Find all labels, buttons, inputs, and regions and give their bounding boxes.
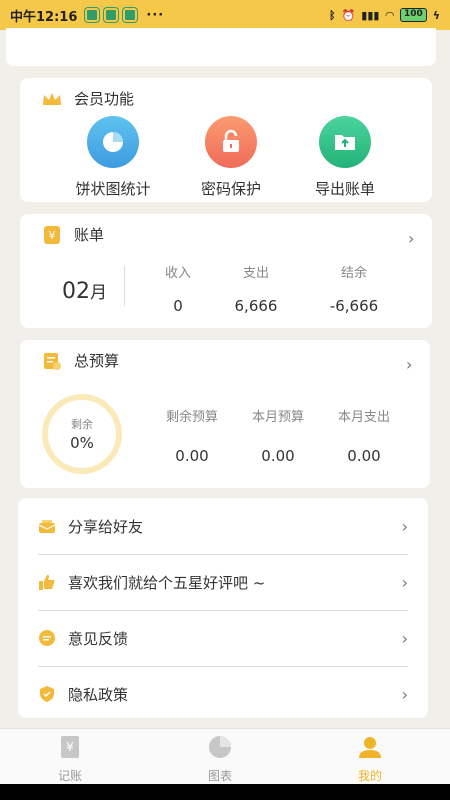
signal-icon: ▮▮▮: [361, 8, 380, 22]
alarm-icon: ⏰: [341, 8, 356, 22]
member-features-card: 会员功能 饼状图统计 密码保护 导出账单: [20, 78, 432, 202]
pie-chart-stats-button[interactable]: 饼状图统计: [58, 116, 168, 199]
month-budget-stat: 本月预算 0.00: [251, 410, 304, 465]
feedback-item[interactable]: 意见反馈 ›: [38, 610, 408, 666]
chevron-right-icon: ›: [401, 516, 408, 536]
battery-indicator: 100: [399, 8, 427, 22]
tab-mine[interactable]: 我的: [330, 735, 410, 784]
menu-list-card: 分享给好友 › 喜欢我们就给个五星好评吧 ~ › 意见反馈 › 隐私政策 ›: [18, 498, 428, 718]
balance-stat: 结余 -6,666: [329, 266, 379, 315]
share-to-friends-item[interactable]: 分享给好友 ›: [38, 498, 408, 554]
ledger-icon: ¥: [61, 736, 79, 758]
user-icon: [359, 737, 381, 758]
wallet-icon: ¥: [44, 225, 60, 244]
bill-title: 账单: [74, 226, 105, 244]
divider: [124, 266, 125, 306]
feature-label: 导出账单: [314, 180, 375, 198]
app-notification-icon: [104, 8, 119, 22]
bill-month[interactable]: 02月: [62, 278, 107, 304]
pie-chart-icon: [103, 132, 123, 152]
share-icon: [38, 520, 56, 533]
crown-icon: [43, 92, 61, 105]
pie-chart-icon: [209, 736, 231, 758]
rate-five-stars-item[interactable]: 喜欢我们就给个五星好评吧 ~ ›: [38, 554, 408, 610]
svg-text:¥: ¥: [49, 229, 56, 242]
privacy-policy-item[interactable]: 隐私政策 ›: [38, 666, 408, 722]
tab-charts[interactable]: 图表: [180, 735, 260, 784]
chevron-right-icon: ›: [401, 572, 408, 592]
status-bar: 中午12:16 ··· ᛒ ⏰ ▮▮▮ ◠ 100 ϟ: [0, 0, 450, 30]
app-notification-icon: [85, 8, 100, 22]
status-time: 中午12:16: [10, 9, 78, 25]
budget-ring: 剩余 0%: [42, 394, 122, 474]
feedback-icon: [39, 630, 55, 646]
thumbs-up-icon: [39, 574, 55, 590]
top-card: [6, 28, 436, 66]
charging-icon: ϟ: [432, 8, 440, 22]
chevron-right-icon: ›: [401, 628, 408, 648]
budget-title: 总预算: [74, 352, 120, 370]
feature-label: 密码保护: [200, 180, 261, 198]
bottom-tab-bar: ¥ 记账 图表 我的: [0, 728, 450, 784]
password-protect-button[interactable]: 密码保护: [176, 116, 286, 199]
system-nav-bar: [0, 784, 450, 800]
app-notification-icon: [123, 8, 138, 22]
tab-bookkeeping[interactable]: ¥ 记账: [30, 735, 110, 784]
budget-card[interactable]: 总预算 › 剩余 0% 剩余预算 0.00 本月预算 0.00 本月支出 0.0…: [20, 340, 430, 488]
wifi-icon: ◠: [385, 8, 394, 22]
shield-icon: [40, 686, 54, 702]
expense-stat: 支出 6,666: [234, 266, 278, 315]
export-bill-button[interactable]: 导出账单: [290, 116, 400, 199]
bluetooth-icon: ᛒ: [328, 8, 336, 22]
folder-export-icon: [335, 135, 355, 150]
more-notifications: ···: [146, 7, 165, 23]
feature-label: 饼状图统计: [75, 180, 151, 198]
bill-card[interactable]: ¥ 账单 › 02月 收入 0 支出 6,666 结余 -6,666: [20, 214, 432, 328]
chevron-right-icon: ›: [401, 684, 408, 704]
unlock-icon: [223, 129, 239, 152]
chevron-right-icon: ›: [408, 229, 415, 248]
month-expense-stat: 本月支出 0.00: [337, 410, 390, 465]
income-stat: 收入 0: [164, 266, 191, 315]
remaining-budget-stat: 剩余预算 0.00: [165, 410, 218, 465]
member-title: 会员功能: [74, 90, 135, 108]
svg-text:¥: ¥: [66, 740, 74, 754]
budget-icon: [44, 352, 61, 370]
chevron-right-icon: ›: [406, 355, 413, 374]
